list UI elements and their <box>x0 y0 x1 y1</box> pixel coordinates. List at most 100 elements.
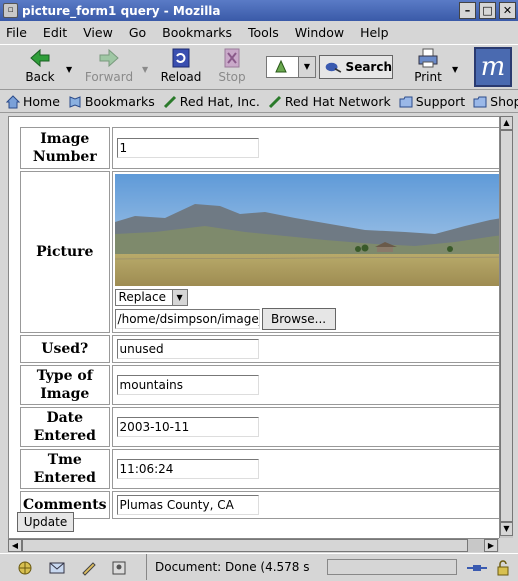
stop-button[interactable]: Stop <box>214 47 250 84</box>
navigation-toolbar: Back ▼ Forward ▼ Reload Stop ▼ Search Pr… <box>0 44 518 90</box>
navigator-icon[interactable] <box>16 560 34 576</box>
landscape-photo <box>114 174 499 286</box>
search-engine-selector[interactable]: ▼ <box>266 56 316 78</box>
date-cell: 2003-10-11 <box>111 407 499 447</box>
row-time: Tme Entered 11:06:24 <box>20 449 499 489</box>
address-book-icon[interactable] <box>110 560 128 576</box>
title-bar: ▫ picture_form1 query - Mozilla – □ ✕ <box>0 0 518 21</box>
scroll-left-arrow-icon[interactable]: ◀ <box>8 539 22 552</box>
time-entered-label: Tme Entered <box>20 449 110 489</box>
printer-icon <box>418 48 438 68</box>
time-cell: 11:06:24 <box>111 449 499 489</box>
menu-bookmarks[interactable]: Bookmarks <box>162 25 232 40</box>
time-entered-field[interactable]: 11:06:24 <box>116 459 259 479</box>
row-comments: Comments Plumas County, CA <box>20 491 499 519</box>
image-number-label: Image Number <box>20 127 110 169</box>
row-date: Date Entered 2003-10-11 <box>20 407 499 447</box>
stop-icon <box>224 48 240 68</box>
personal-toolbar: Home Bookmarks Red Hat, Inc. Red Hat Net… <box>0 91 518 113</box>
comments-cell: Plumas County, CA <box>111 491 499 519</box>
forward-arrow-icon <box>99 48 119 68</box>
back-arrow-icon <box>30 48 50 68</box>
composer-icon[interactable] <box>80 560 98 576</box>
scroll-down-arrow-icon[interactable]: ▼ <box>500 522 513 536</box>
picture-controls: Replace ▼ /home/dsimpson/image_2 Browse.… <box>114 289 499 330</box>
scroll-up-arrow-icon[interactable]: ▲ <box>500 116 513 130</box>
horizontal-scroll-thumb[interactable] <box>22 539 468 552</box>
forward-button[interactable]: Forward <box>84 47 134 84</box>
row-type: Type of Image mountains <box>20 365 499 405</box>
picture-file-path-field[interactable]: /home/dsimpson/image_2 <box>114 309 260 329</box>
mail-icon[interactable] <box>48 560 66 576</box>
vertical-scrollbar[interactable]: ▲ ▼ <box>499 116 513 538</box>
type-of-image-label: Type of Image <box>20 365 110 405</box>
search-button[interactable]: Search <box>319 55 393 79</box>
reload-button[interactable]: Reload <box>160 47 202 84</box>
print-options-dropdown[interactable]: ▼ <box>452 65 458 74</box>
row-image-number: Image Number 1 <box>20 127 499 169</box>
bookmarks-support-folder[interactable]: Support <box>399 94 465 109</box>
back-button[interactable]: Back <box>22 47 58 84</box>
browser-window: ▫ picture_form1 query - Mozilla – □ ✕ Fi… <box>0 0 518 581</box>
close-button[interactable]: ✕ <box>499 2 516 19</box>
maximize-button[interactable]: □ <box>479 2 496 19</box>
link-icon <box>163 95 176 108</box>
status-bar: Document: Done (4.578 s <box>0 553 518 581</box>
link-icon <box>268 95 281 108</box>
date-entered-field[interactable]: 2003-10-11 <box>116 417 259 437</box>
scroll-right-arrow-icon[interactable]: ▶ <box>484 539 498 552</box>
menu-go[interactable]: Go <box>129 25 146 40</box>
folder-icon <box>473 96 487 107</box>
menu-bar: File Edit View Go Bookmarks Tools Window… <box>0 21 518 43</box>
image-number-cell: 1 <box>111 127 499 169</box>
window-title: picture_form1 query - Mozilla <box>22 3 221 18</box>
mozilla-logo[interactable]: m <box>474 47 512 87</box>
menu-file[interactable]: File <box>6 25 27 40</box>
status-text: Document: Done (4.578 s <box>146 554 311 580</box>
progress-bar <box>327 559 457 575</box>
home-icon <box>6 94 20 108</box>
picture-label: Picture <box>20 171 110 333</box>
folder-icon <box>399 96 413 107</box>
chevron-down-icon: ▼ <box>171 290 187 305</box>
update-button[interactable]: Update <box>17 512 74 532</box>
search-icon <box>325 62 342 73</box>
menu-tools[interactable]: Tools <box>248 25 279 40</box>
used-cell: unused <box>111 335 499 363</box>
bookmarks-shop-folder[interactable]: Shop <box>473 94 518 109</box>
reload-icon <box>172 48 190 68</box>
back-history-dropdown[interactable]: ▼ <box>66 65 72 74</box>
print-button[interactable]: Print <box>412 47 444 84</box>
bookmarks-menu[interactable]: Bookmarks <box>68 94 155 109</box>
security-lock-icon[interactable] <box>494 560 512 576</box>
minimize-button[interactable]: – <box>459 2 476 19</box>
used-field[interactable]: unused <box>116 339 259 359</box>
picture-action-select[interactable]: Replace ▼ <box>114 289 188 306</box>
bookmark-red-hat-inc[interactable]: Red Hat, Inc. <box>163 94 260 109</box>
bookmarks-icon <box>69 95 81 108</box>
bookmark-red-hat-network[interactable]: Red Hat Network <box>268 94 391 109</box>
row-picture: Picture Replace ▼ /home/dsimpson/image_2… <box>20 171 499 333</box>
picture-cell: Replace ▼ /home/dsimpson/image_2 Browse.… <box>111 171 499 333</box>
menu-view[interactable]: View <box>83 25 113 40</box>
type-cell: mountains <box>111 365 499 405</box>
type-of-image-field[interactable]: mountains <box>116 375 259 395</box>
row-used: Used? unused <box>20 335 499 363</box>
online-status-icon[interactable] <box>466 560 488 576</box>
page-content: Image Number 1 Picture Replace ▼ /home/d… <box>8 116 499 538</box>
bookmark-home[interactable]: Home <box>6 94 60 109</box>
horizontal-scrollbar[interactable]: ◀ ▶ <box>8 538 499 552</box>
image-number-field[interactable]: 1 <box>116 138 259 158</box>
window-menu-icon[interactable]: ▫ <box>3 3 18 18</box>
file-upload-row: /home/dsimpson/image_2 Browse... <box>114 308 499 330</box>
menu-window[interactable]: Window <box>295 25 344 40</box>
search-engine-dropdown-arrow[interactable]: ▼ <box>298 57 315 77</box>
browse-button[interactable]: Browse... <box>261 308 336 330</box>
forward-history-dropdown[interactable]: ▼ <box>142 65 148 74</box>
menu-edit[interactable]: Edit <box>43 25 67 40</box>
date-entered-label: Date Entered <box>20 407 110 447</box>
comments-field[interactable]: Plumas County, CA <box>116 495 259 515</box>
menu-help[interactable]: Help <box>360 25 389 40</box>
vertical-scroll-thumb[interactable] <box>500 130 513 522</box>
used-label: Used? <box>20 335 110 363</box>
